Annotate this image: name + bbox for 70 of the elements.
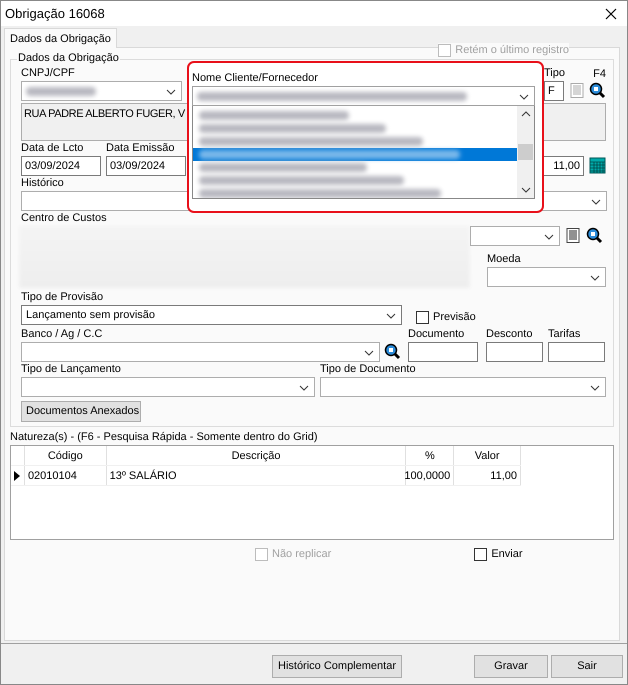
checkbox-label: Retém o último registro [455, 43, 569, 58]
checkbox-label: Enviar [491, 547, 522, 562]
field-label: Tarifas [548, 326, 580, 342]
cnpj-combo[interactable] [21, 81, 182, 101]
close-icon[interactable] [605, 8, 617, 20]
chevron-down-icon [590, 384, 600, 391]
amount-field[interactable]: 11,00 [542, 156, 584, 176]
chevron-down-icon[interactable] [520, 187, 530, 193]
table-cell: 100,0000 [406, 466, 454, 485]
checkbox-label: Não replicar [272, 547, 332, 562]
field-label: Nome Cliente/Fornecedor [192, 71, 318, 86]
tipo-lancamento-combo[interactable] [21, 376, 315, 397]
moeda-combo[interactable] [487, 266, 606, 287]
chevron-up-icon[interactable] [520, 111, 530, 117]
field-label: F4 [593, 67, 606, 82]
field-label: Data de Lcto [21, 140, 84, 156]
table-cell: 13º SALÁRIO [106, 466, 406, 485]
field-label: Histórico [21, 176, 64, 191]
date-field[interactable]: 03/09/2024 [21, 156, 101, 176]
blurred-text [26, 86, 96, 96]
field-label: CNPJ/CPF [21, 66, 75, 81]
grid-title: Natureza(s) - (F6 - Pesquisa Rápida - Somente dentro do Grid) [10, 430, 318, 445]
calculator-icon[interactable] [589, 156, 606, 174]
list-icon[interactable] [565, 226, 581, 244]
field-label: Desconto [486, 326, 532, 342]
dialog-button[interactable]: Histórico Complementar [272, 654, 402, 678]
table-cell: 02010104 [24, 466, 107, 485]
field-label: Banco / Ag / C.C [21, 326, 102, 342]
tipo-documento-combo[interactable] [320, 376, 606, 397]
chevron-down-icon [386, 312, 396, 319]
field-label: Tipo de Documento [320, 362, 416, 377]
field-label: Tipo de Lançamento [21, 362, 121, 377]
tipo-provisao-combo[interactable]: Lançamento sem provisão [21, 304, 402, 325]
desconto-field[interactable] [486, 342, 543, 362]
table-cell: 11,00 [454, 466, 521, 485]
chevron-down-icon [590, 274, 600, 281]
chevron-down-icon [299, 384, 309, 391]
search-icon[interactable] [384, 342, 401, 360]
field-label: Moeda [487, 252, 521, 267]
checkbox[interactable] [474, 548, 488, 561]
documento-field[interactable] [408, 342, 478, 362]
chevron-down-icon [544, 234, 554, 240]
dialog-button[interactable]: Gravar [474, 654, 548, 678]
checkbox[interactable] [416, 310, 429, 324]
chevron-down-icon [591, 198, 601, 205]
tarifas-field[interactable] [548, 342, 605, 362]
centro-custos-combo[interactable] [470, 226, 560, 246]
chevron-down-icon [364, 350, 374, 356]
tipo-field[interactable]: F [544, 81, 564, 101]
window-title: Obrigação 16068 [5, 6, 105, 21]
dialog-button[interactable]: Sair [550, 654, 623, 678]
client-combo[interactable] [192, 86, 535, 106]
field-label: Tipo de Provisão [21, 290, 104, 305]
scroll-thumb[interactable] [518, 144, 533, 160]
scrollbar[interactable] [517, 106, 534, 198]
field-label: Data Emissão [106, 140, 174, 156]
group-title: Dados da Obrigação [17, 52, 120, 64]
date-field[interactable]: 03/09/2024 [106, 156, 186, 176]
checkbox-label: Previsão [433, 310, 476, 325]
search-icon[interactable] [586, 226, 603, 244]
search-icon[interactable] [589, 82, 606, 99]
chevron-down-icon [519, 94, 529, 100]
field-label: Centro de Custos [21, 210, 107, 226]
tab[interactable]: Dados da Obrigação [4, 28, 117, 48]
column-header[interactable]: Descrição [106, 446, 406, 465]
field-label: Documento [408, 326, 464, 342]
dropdown-option[interactable] [193, 148, 517, 161]
field-label: Tipo [544, 66, 565, 81]
chevron-down-icon [166, 89, 176, 95]
attachments-button[interactable]: Documentos Anexados [21, 400, 141, 422]
